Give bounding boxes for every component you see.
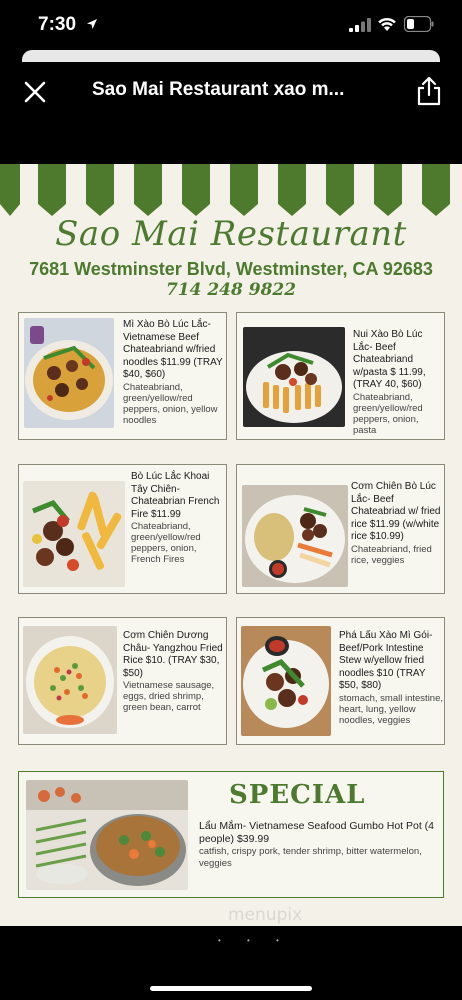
hot-pot-photo [26,780,188,890]
menu-item-title: Nui Xào Bò Lúc Lắc- Beef Chateabriand w/… [353,329,426,390]
menu-item-card: Cơm Chiên Bò Lúc Lắc- Beef Chateabriad w… [236,464,445,594]
menu-item-title: Cơm Chiên Bò Lúc Lắc- Beef Chateabriad w… [351,481,441,542]
menu-item-title: Cơm Chiên Dương Châu- Yangzhou Fried Ric… [123,630,223,679]
special-description: catfish, crispy pork, tender shrimp, bit… [199,846,422,869]
menu-item-card: Cơm Chiên Dương Châu- Yangzhou Fried Ric… [18,617,227,745]
close-icon[interactable] [22,79,48,105]
menu-item-card: Phá Lấu Xào Mì Gói- Beef/Pork Intestine … [236,617,445,745]
menu-item-title: Bò Lúc Lắc Khoai Tây Chiên- Chateabrian … [131,471,220,520]
dish-photo [243,327,345,427]
restaurant-phone: 714 248 9822 [165,280,297,300]
sheet-edge [22,50,440,62]
status-bar: 7:30 [0,0,462,50]
nav-bar: Sao Mai Restaurant xao m... [0,62,462,164]
dish-photo [241,626,331,736]
dish-photo [23,481,125,587]
menu-item-title: Mì Xào Bò Lúc Lắc- Vietnamese Beef Chate… [123,319,223,380]
wifi-icon [378,17,396,31]
menu-item-description: Chateabriand, green/yellow/red peppers, … [353,391,423,436]
location-arrow-icon [87,19,97,29]
bottom-area: • • • [0,926,462,1000]
menu-item-text: Phá Lấu Xào Mì Gói- Beef/Pork Intestine … [339,630,443,726]
menu-item-title: Phá Lấu Xào Mì Gói- Beef/Pork Intestine … [339,630,433,691]
special-title: Lẩu Mắm- Vietnamese Seafood Gumbo Hot Po… [199,820,435,845]
menu-item-description: Chateabriand, green/yellow/red peppers, … [131,521,201,565]
status-time: 7:30 [38,14,77,35]
battery-icon [404,16,434,32]
restaurant-address: 7681 Westminster Blvd, Westminster, CA 9… [29,259,433,279]
menu-item-description: Chateabriand, green/yellow/red peppers, … [123,381,218,426]
menu-flyer-image: Sao Mai Restaurant 7681 Westminster Blvd… [0,164,462,926]
menu-item-text: Cơm Chiên Bò Lúc Lắc- Beef Chateabriad w… [351,481,443,566]
signal-icon [349,18,371,32]
special-card: SPECIAL Lẩu Mắm- Vietnamese Seafood Gumb… [18,771,444,898]
menu-item-text: Cơm Chiên Dương Châu- Yangzhou Fried Ric… [123,630,223,713]
restaurant-name: Sao Mai Restaurant [55,214,407,254]
share-icon[interactable] [416,76,442,106]
special-label: SPECIAL [229,780,366,810]
menu-item-card: Mì Xào Bò Lúc Lắc- Vietnamese Beef Chate… [18,312,227,440]
menu-item-description: stomach, small intestine, heart, lung, y… [339,692,444,726]
menu-item-card: Nui Xào Bò Lúc Lắc- Beef Chateabriand w/… [236,312,445,440]
menu-item-text: Nui Xào Bò Lúc Lắc- Beef Chateabriand w/… [353,329,443,436]
menu-item-card: Bò Lúc Lắc Khoai Tây Chiên- Chateabrian … [18,464,227,594]
page-dots: • • • [218,936,291,945]
menu-item-description: Vietnamese sausage, eggs, dried shrimp, … [123,680,215,713]
watermark: menupix [228,905,303,925]
dish-photo [24,318,114,428]
dish-photo [242,485,348,587]
menu-item-description: Chateabriand, fried rice, veggies [351,543,432,566]
menu-item-text: Bò Lúc Lắc Khoai Tây Chiên- Chateabrian … [131,471,223,565]
page-title: Sao Mai Restaurant xao m... [92,79,345,100]
special-text: Lẩu Mắm- Vietnamese Seafood Gumbo Hot Po… [199,820,435,869]
dish-photo [23,626,117,734]
home-indicator[interactable] [150,986,312,991]
awning-stripes [0,164,462,216]
menu-item-text: Mì Xào Bò Lúc Lắc- Vietnamese Beef Chate… [123,319,223,426]
